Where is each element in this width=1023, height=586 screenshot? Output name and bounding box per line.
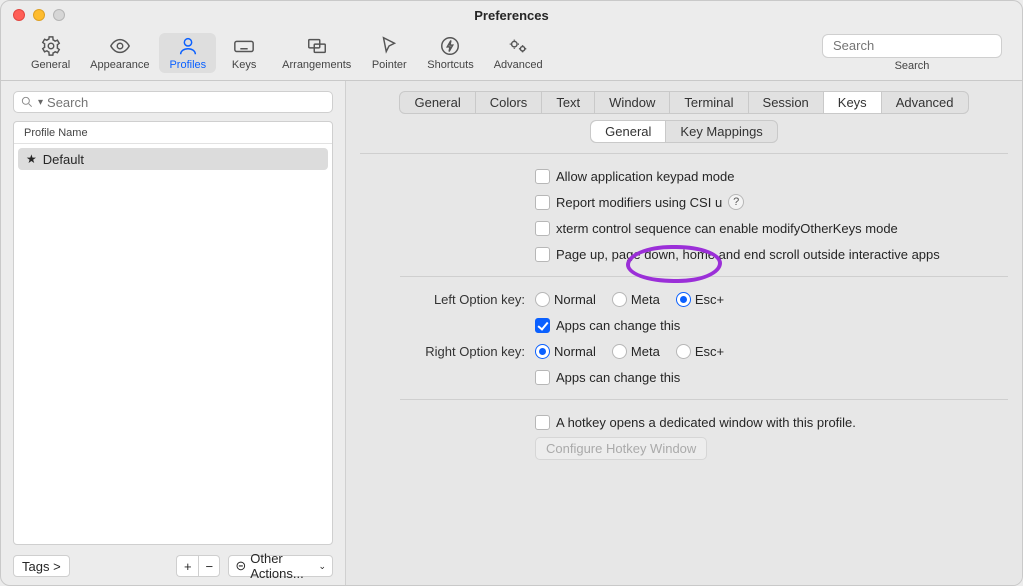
settings-panel: GeneralColorsTextWindowTerminalSessionKe… — [346, 81, 1022, 586]
profiles-list-box: Profile Name ★ Default — [13, 121, 333, 545]
subtab-key-mappings[interactable]: Key Mappings — [666, 121, 776, 142]
right-option-meta-label: Meta — [631, 344, 660, 359]
xterm-control-checkbox[interactable] — [535, 221, 550, 236]
person-icon — [177, 35, 199, 57]
help-icon[interactable]: ? — [728, 194, 744, 210]
left-option-normal-radio[interactable] — [535, 292, 550, 307]
left-option-normal-label: Normal — [554, 292, 596, 307]
profile-search-input[interactable] — [47, 95, 326, 110]
add-remove-profile: + − — [176, 555, 220, 577]
titlebar: Preferences — [1, 1, 1022, 29]
left-apps-change-checkbox[interactable] — [535, 318, 550, 333]
windows-icon — [306, 35, 328, 57]
tab-colors[interactable]: Colors — [476, 92, 543, 113]
pointer-icon — [378, 35, 400, 57]
window-title: Preferences — [1, 8, 1022, 23]
hotkey-label: A hotkey opens a dedicated window with t… — [556, 415, 856, 430]
right-option-meta-radio[interactable] — [612, 344, 627, 359]
toolbar-label: Advanced — [494, 59, 543, 71]
toolbar-search[interactable] — [822, 34, 1002, 58]
tab-advanced[interactable]: Advanced — [882, 92, 968, 113]
left-option-escplus-label: Esc+ — [695, 292, 724, 307]
gear-icon — [40, 35, 62, 57]
right-apps-change-label: Apps can change this — [556, 370, 680, 385]
prefs-tabs: GeneralColorsTextWindowTerminalSessionKe… — [400, 92, 967, 113]
right-option-escplus-radio[interactable] — [676, 344, 691, 359]
subtab-general[interactable]: General — [591, 121, 666, 142]
dropdown-icon: ⊝ — [235, 558, 246, 574]
toolbar-label: Arrangements — [282, 59, 351, 71]
chevron-down-icon: ⌄ — [318, 561, 326, 572]
left-option-meta-radio[interactable] — [612, 292, 627, 307]
tab-keys[interactable]: Keys — [824, 92, 882, 113]
toolbar-label: Appearance — [90, 59, 149, 71]
toolbar-general[interactable]: General — [21, 33, 80, 73]
keyboard-icon — [233, 35, 255, 57]
toolbar-label: Shortcuts — [427, 59, 473, 71]
hotkey-checkbox[interactable] — [535, 415, 550, 430]
right-apps-change-checkbox[interactable] — [535, 370, 550, 385]
sidebar-bottom: Tags > + − ⊝ Other Actions... ⌄ — [13, 553, 333, 579]
sidebar: ▾ Profile Name ★ Default Tags > + − — [1, 81, 346, 586]
toolbar-label: Profiles — [169, 59, 206, 71]
other-actions-menu[interactable]: ⊝ Other Actions... ⌄ — [228, 555, 333, 577]
toolbar-pointer[interactable]: Pointer — [361, 33, 417, 73]
preferences-window: Preferences General Appearance Profiles … — [0, 0, 1023, 586]
toolbar-label: Keys — [232, 59, 256, 71]
page-scroll-checkbox[interactable] — [535, 247, 550, 262]
search-icon — [20, 95, 34, 109]
right-option-escplus-label: Esc+ — [695, 344, 724, 359]
toolbar-appearance[interactable]: Appearance — [80, 33, 159, 73]
left-option-label: Left Option key: — [400, 292, 535, 307]
tab-window[interactable]: Window — [595, 92, 670, 113]
toolbar-profiles[interactable]: Profiles — [159, 33, 216, 73]
left-apps-change-label: Apps can change this — [556, 318, 680, 333]
xterm-control-label: xterm control sequence can enable modify… — [556, 221, 898, 236]
gears-icon — [507, 35, 529, 57]
page-scroll-label: Page up, page down, home and end scroll … — [556, 247, 940, 262]
report-modifiers-label: Report modifiers using CSI u — [556, 195, 722, 210]
toolbar-shortcuts[interactable]: Shortcuts — [417, 33, 483, 73]
right-option-normal-radio[interactable] — [535, 344, 550, 359]
profiles-header[interactable]: Profile Name — [14, 122, 332, 144]
left-option-meta-label: Meta — [631, 292, 660, 307]
allow-keypad-checkbox[interactable] — [535, 169, 550, 184]
toolbar: General Appearance Profiles Keys Arrange… — [1, 29, 1022, 81]
toolbar-advanced[interactable]: Advanced — [484, 33, 553, 73]
tab-terminal[interactable]: Terminal — [670, 92, 748, 113]
keys-subtabs: GeneralKey Mappings — [591, 121, 777, 142]
star-icon: ★ — [26, 152, 37, 166]
toolbar-search-wrap: Search — [822, 34, 1002, 72]
profile-search[interactable]: ▾ — [13, 91, 333, 113]
bolt-icon — [439, 35, 461, 57]
tab-text[interactable]: Text — [542, 92, 595, 113]
configure-hotkey-button: Configure Hotkey Window — [535, 437, 707, 460]
toolbar-label: General — [31, 59, 70, 71]
toolbar-arrangements[interactable]: Arrangements — [272, 33, 361, 73]
left-option-escplus-radio[interactable] — [676, 292, 691, 307]
toolbar-label: Pointer — [372, 59, 407, 71]
profile-row[interactable]: ★ Default — [18, 148, 328, 170]
eye-icon — [109, 35, 131, 57]
report-modifiers-checkbox[interactable] — [535, 195, 550, 210]
tab-general[interactable]: General — [400, 92, 475, 113]
remove-profile-button[interactable]: − — [198, 555, 220, 577]
right-option-label: Right Option key: — [400, 344, 535, 359]
toolbar-keys[interactable]: Keys — [216, 33, 272, 73]
allow-keypad-label: Allow application keypad mode — [556, 169, 735, 184]
other-actions-label: Other Actions... — [250, 551, 326, 581]
toolbar-search-label: Search — [895, 60, 930, 72]
tab-session[interactable]: Session — [749, 92, 824, 113]
tags-button[interactable]: Tags > — [13, 555, 70, 577]
chevron-down-icon[interactable]: ▾ — [38, 97, 43, 108]
add-profile-button[interactable]: + — [176, 555, 198, 577]
profile-name: Default — [43, 152, 84, 167]
right-option-normal-label: Normal — [554, 344, 596, 359]
profiles-list: ★ Default — [14, 144, 332, 544]
toolbar-search-input[interactable] — [833, 38, 1009, 53]
